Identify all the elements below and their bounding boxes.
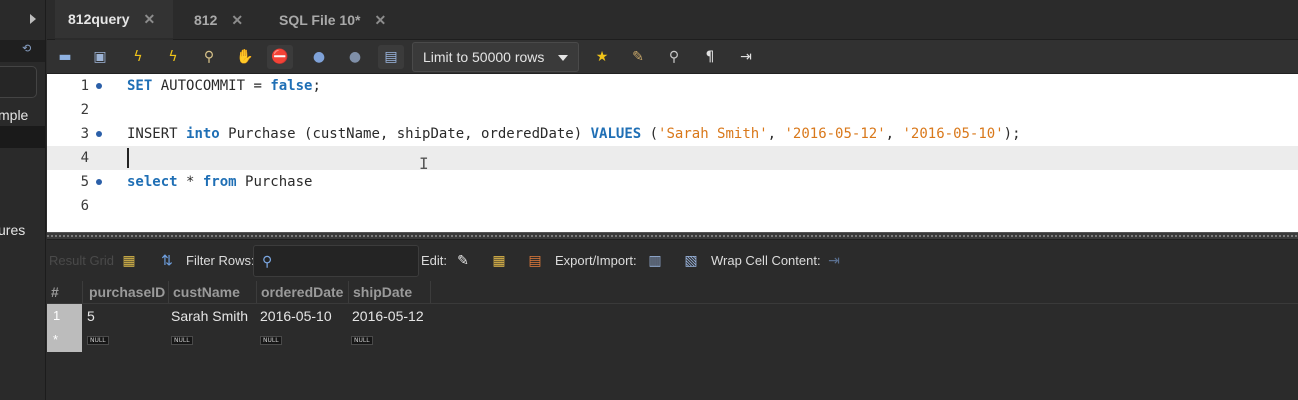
tab-label: 812 (194, 12, 218, 28)
execute-icon[interactable]: ϟ (125, 45, 151, 69)
column-header-number[interactable]: # (47, 281, 83, 303)
save-icon[interactable]: ▣ (87, 45, 113, 69)
bookmark-icon[interactable]: ★ (589, 45, 615, 69)
line-number: 6 (80, 198, 89, 214)
null-badge[interactable]: NULL (171, 336, 193, 345)
close-icon[interactable]: ✕ (374, 12, 386, 29)
edit-label: Edit: (421, 253, 448, 268)
null-badge[interactable]: NULL (351, 336, 373, 345)
open-folder-icon[interactable]: ▬ (52, 45, 78, 69)
statement-marker-icon (96, 83, 102, 89)
editor-line: 1 SET AUTOCOMMIT = false; (47, 74, 1298, 98)
panel-splitter[interactable] (47, 232, 1298, 240)
editor-toolbar: ▬ ▣ ϟ ϟ ⚲ ✋ ⛔ ● ● ▤ Limit to 50000 rows … (47, 40, 1298, 74)
autocommit-icon[interactable]: ▤ (378, 45, 404, 69)
tab-sql-file-10[interactable]: SQL File 10* ✕ (279, 0, 419, 40)
line-number: 2 (80, 102, 89, 118)
column-header-ordereddate[interactable]: orderedDate (257, 281, 349, 303)
explain-icon[interactable]: ⚲ (196, 45, 222, 69)
filter-rows-input[interactable]: ⚲ (253, 245, 419, 277)
wrap-cell-icon[interactable]: ⇥ (825, 251, 843, 269)
export-import-label: Export/Import: (555, 253, 637, 268)
statement-marker-icon (96, 179, 102, 185)
line-number: 3 (80, 126, 89, 142)
result-grid: # purchaseID custName orderedDate shipDa… (47, 281, 1298, 400)
filter-rows-label: Filter Rows: (186, 253, 255, 268)
tab-812query[interactable]: 812query ✕ (55, 0, 173, 40)
grid-view-icon[interactable]: ▦ (120, 251, 138, 269)
edit-row-icon[interactable]: ✎ (454, 251, 472, 269)
editor-line: 5 select * from Purchase (47, 170, 1298, 194)
code-text: select * from Purchase (127, 174, 313, 190)
sidebar-selected-row[interactable] (0, 126, 45, 148)
cell-custname[interactable]: Sarah Smith (171, 308, 248, 324)
search-icon: ⚲ (262, 253, 273, 269)
column-header-custname[interactable]: custName (169, 281, 257, 303)
null-badge[interactable]: NULL (260, 336, 282, 345)
limit-rows-dropdown[interactable]: Limit to 50000 rows (412, 42, 579, 72)
new-row-marker[interactable]: * (53, 332, 58, 347)
refresh-icon[interactable]: ⟲ (22, 43, 32, 54)
close-icon[interactable]: ✕ (143, 11, 155, 28)
line-number: 4 (80, 150, 89, 166)
execute-current-icon[interactable]: ϟ (160, 45, 186, 69)
tab-label: 812query (68, 11, 130, 27)
cell-shipdate[interactable]: 2016-05-12 (352, 308, 424, 324)
editor-line-current: 4 (47, 146, 1298, 170)
navigator-sidebar: ⟲ mple ures (0, 0, 46, 400)
cell-ordereddate[interactable]: 2016-05-10 (260, 308, 332, 324)
column-header-shipdate[interactable]: shipDate (349, 281, 431, 303)
sql-editor[interactable]: 1 SET AUTOCOMMIT = false; 2 3 INSERT int… (47, 74, 1298, 232)
line-number: 1 (80, 78, 89, 94)
editor-line: 6 (47, 194, 1298, 218)
cell-purchaseid[interactable]: 5 (87, 308, 95, 324)
delete-row-icon[interactable]: ▤ (526, 251, 544, 269)
text-cursor (127, 148, 129, 168)
row-number[interactable]: 1 (53, 308, 60, 323)
header-divider (47, 303, 1298, 304)
invisibles-icon[interactable]: ¶ (697, 45, 723, 69)
mouse-ibeam-icon: I (419, 154, 429, 173)
line-number: 5 (80, 174, 89, 190)
import-icon[interactable]: ▧ (682, 251, 700, 269)
statement-marker-icon (96, 131, 102, 137)
result-toolbar: Result Grid ▦ ⇅ Filter Rows: ⚲ Edit: ✎ ▦… (47, 241, 1298, 281)
code-text: INSERT into Purchase (custName, shipDate… (127, 126, 1021, 142)
wrap-cell-label: Wrap Cell Content: (711, 253, 821, 268)
limit-label: Limit to 50000 rows (423, 49, 545, 65)
stop-icon[interactable]: ✋ (232, 45, 258, 69)
workbench-window: ⟲ mple ures 812query ✕ 812 ✕ SQL File 10… (0, 0, 1298, 400)
wrap-icon[interactable]: ⇥ (733, 45, 759, 69)
toggle-error-icon[interactable]: ⛔ (267, 45, 293, 69)
sidebar-item-label[interactable]: mple (0, 107, 28, 123)
sidebar-item-label[interactable]: ures (0, 222, 25, 238)
commit-icon[interactable]: ● (306, 45, 332, 69)
tab-812[interactable]: 812 ✕ (194, 0, 264, 40)
editor-line: 3 INSERT into Purchase (custName, shipDa… (47, 122, 1298, 146)
sidebar-search-input[interactable] (0, 66, 37, 98)
export-icon[interactable]: ▥ (646, 251, 664, 269)
result-grid-label[interactable]: Result Grid (49, 253, 114, 268)
query-tab-bar: 812query ✕ 812 ✕ SQL File 10* ✕ (47, 0, 1298, 40)
code-text: SET AUTOCOMMIT = false; (127, 78, 321, 94)
insert-row-icon[interactable]: ▦ (490, 251, 508, 269)
beautify-icon[interactable]: ✎ (625, 45, 651, 69)
tab-label: SQL File 10* (279, 12, 361, 28)
splitter-grip[interactable] (47, 235, 1298, 237)
expand-arrow-icon[interactable] (30, 14, 36, 24)
refresh-icon[interactable]: ⇅ (158, 251, 176, 269)
chevron-down-icon (558, 55, 568, 61)
find-icon[interactable]: ⚲ (661, 45, 687, 69)
editor-line: 2 (47, 98, 1298, 122)
close-icon[interactable]: ✕ (231, 12, 243, 29)
column-header-purchaseid[interactable]: purchaseID (85, 281, 169, 303)
rollback-icon[interactable]: ● (342, 45, 368, 69)
null-badge[interactable]: NULL (87, 336, 109, 345)
